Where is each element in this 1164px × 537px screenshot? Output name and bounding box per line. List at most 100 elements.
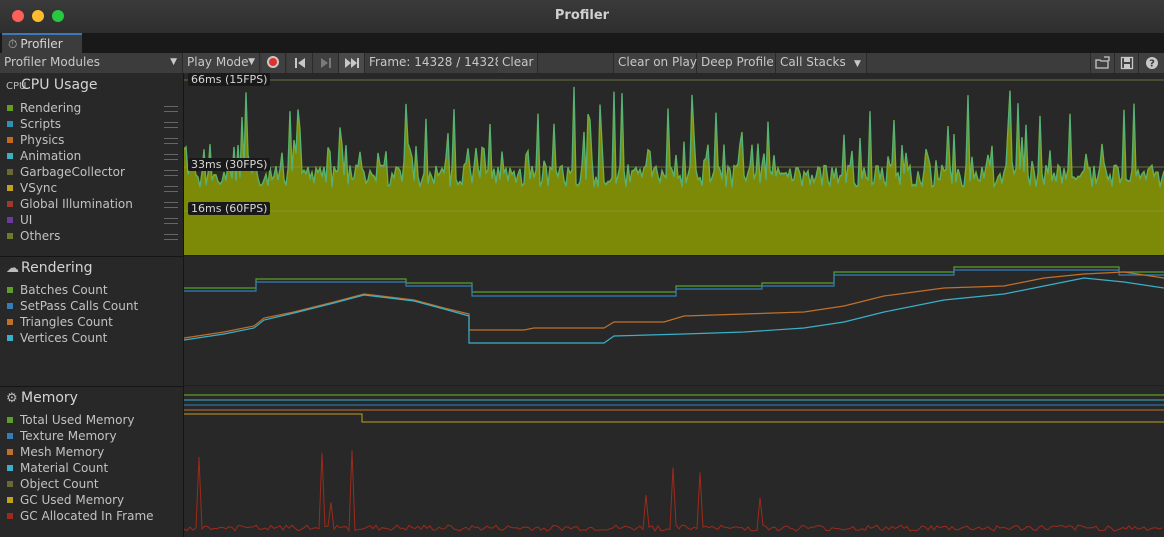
- fps-marker-60: 16ms (60FPS): [188, 202, 271, 215]
- batches-count-line: [184, 266, 1164, 293]
- legend-swatch: [7, 136, 13, 143]
- chevron-down-icon: ▼: [248, 57, 255, 67]
- legend-swatch: [7, 496, 13, 503]
- legend-item[interactable]: GC Allocated In Frame: [7, 508, 154, 524]
- record-button[interactable]: [262, 53, 286, 73]
- rendering-icon: ☁: [6, 261, 19, 276]
- memory-module-title: ⚙ Memory: [6, 390, 78, 406]
- load-button[interactable]: [1090, 53, 1115, 73]
- legend-label: Rendering: [20, 101, 82, 115]
- legend-swatch: [7, 286, 13, 293]
- legend-swatch: [7, 168, 13, 175]
- reorder-handle[interactable]: [164, 202, 178, 208]
- play-mode-label: Play Mode: [187, 55, 249, 69]
- chip-icon: ⚙: [6, 391, 18, 406]
- cpu-module-label: CPU Usage: [21, 77, 98, 93]
- call-stacks-dropdown[interactable]: ▼: [850, 53, 867, 73]
- legend-label: Material Count: [20, 461, 109, 475]
- cpu-module-title: CPUCPU Usage: [6, 77, 98, 93]
- legend-item[interactable]: Others: [7, 228, 60, 244]
- modules-sidebar: CPUCPU Usage Rendering Scripts Physics Anim…: [0, 73, 184, 537]
- help-button[interactable]: ?: [1139, 53, 1164, 73]
- legend-label: Batches Count: [20, 283, 108, 297]
- legend-label: Mesh Memory: [20, 445, 105, 459]
- reorder-handle[interactable]: [164, 186, 178, 192]
- legend-item[interactable]: Animation: [7, 148, 81, 164]
- legend-swatch: [7, 302, 13, 309]
- legend-label: GC Allocated In Frame: [20, 509, 154, 523]
- rendering-graph[interactable]: [184, 256, 1164, 385]
- save-button[interactable]: [1115, 53, 1139, 73]
- window-title: Profiler: [554, 8, 610, 23]
- tab-strip: ⏱ Profiler: [0, 33, 1164, 53]
- legend-item[interactable]: SetPass Calls Count: [7, 298, 138, 314]
- current-frame-button[interactable]: [339, 53, 365, 73]
- legend-item[interactable]: GarbageCollector: [7, 164, 125, 180]
- clear-on-play-toggle[interactable]: Clear on Play: [614, 53, 697, 73]
- previous-frame-button[interactable]: [287, 53, 313, 73]
- profiler-modules-dropdown[interactable]: Profiler Modules ▼: [0, 53, 183, 73]
- help-icon: ?: [1146, 57, 1158, 70]
- legend-item[interactable]: GC Used Memory: [7, 492, 124, 508]
- legend-swatch: [7, 480, 13, 487]
- clear-button[interactable]: Clear: [498, 53, 538, 73]
- legend-item[interactable]: Object Count: [7, 476, 99, 492]
- legend-item[interactable]: Triangles Count: [7, 314, 113, 330]
- legend-item[interactable]: VSync: [7, 180, 57, 196]
- step-forward-icon: [321, 58, 331, 68]
- legend-swatch: [7, 184, 13, 191]
- gc-allocated-line: [184, 450, 1163, 532]
- profiler-icon: ⏱: [8, 37, 18, 51]
- legend-item[interactable]: Rendering: [7, 100, 81, 116]
- chevron-down-icon: ▼: [170, 57, 177, 67]
- call-stacks-toggle[interactable]: Call Stacks: [776, 53, 850, 73]
- rendering-module-title: ☁ Rendering: [6, 260, 93, 276]
- rendering-module-legend[interactable]: ☁ Rendering Batches Count SetPass Calls Co…: [0, 256, 183, 387]
- legend-item[interactable]: Physics: [7, 132, 64, 148]
- legend-swatch: [7, 200, 13, 207]
- reorder-handle[interactable]: [164, 154, 178, 160]
- profiler-toolbar: Profiler Modules ▼ Play Mode ▼ Frame: 14…: [0, 53, 1164, 74]
- reorder-handle[interactable]: [164, 234, 178, 240]
- record-icon: [267, 56, 279, 68]
- skip-to-last-icon: [345, 58, 359, 68]
- legend-swatch: [7, 448, 13, 455]
- legend-label: GarbageCollector: [20, 165, 125, 179]
- legend-item[interactable]: Material Count: [7, 460, 108, 476]
- memory-module-legend[interactable]: ⚙ Memory Total Used Memory Texture Memory M…: [0, 386, 183, 537]
- legend-item[interactable]: Total Used Memory: [7, 412, 135, 428]
- next-frame-button[interactable]: [313, 53, 339, 73]
- legend-item[interactable]: Scripts: [7, 116, 61, 132]
- cpu-usage-graph[interactable]: 66ms (15FPS) 33ms (30FPS) 16ms (60FPS): [184, 73, 1164, 255]
- cpu-icon: CPU: [6, 81, 27, 92]
- legend-swatch: [7, 216, 13, 223]
- legend-swatch: [7, 334, 13, 341]
- memory-chart: [184, 394, 1164, 532]
- memory-graph[interactable]: [184, 386, 1164, 537]
- reorder-handle[interactable]: [164, 138, 178, 144]
- legend-label: GC Used Memory: [20, 493, 125, 507]
- legend-item[interactable]: Batches Count: [7, 282, 108, 298]
- legend-label: Texture Memory: [20, 429, 117, 443]
- tab-profiler[interactable]: ⏱ Profiler: [2, 33, 82, 53]
- legend-swatch: [7, 152, 13, 159]
- frame-counter: Frame: 14328 / 14328: [369, 55, 503, 69]
- legend-label: Physics: [20, 133, 65, 147]
- legend-item[interactable]: UI: [7, 212, 32, 228]
- reorder-handle[interactable]: [164, 106, 178, 112]
- cpu-module-legend[interactable]: CPUCPU Usage Rendering Scripts Physics Anim…: [0, 73, 183, 257]
- step-back-icon: [295, 58, 305, 68]
- reorder-handle[interactable]: [164, 170, 178, 176]
- save-icon: [1120, 56, 1134, 70]
- reorder-handle[interactable]: [164, 122, 178, 128]
- legend-item[interactable]: Global Illumination: [7, 196, 133, 212]
- legend-swatch: [7, 512, 13, 519]
- play-mode-dropdown[interactable]: Play Mode ▼: [183, 53, 260, 73]
- legend-item[interactable]: Vertices Count: [7, 330, 107, 346]
- legend-swatch: [7, 432, 13, 439]
- legend-item[interactable]: Texture Memory: [7, 428, 117, 444]
- reorder-handle[interactable]: [164, 218, 178, 224]
- legend-item[interactable]: Mesh Memory: [7, 444, 104, 460]
- deep-profile-toggle[interactable]: Deep Profile: [697, 53, 776, 73]
- fps-marker-15: 66ms (15FPS): [188, 73, 271, 86]
